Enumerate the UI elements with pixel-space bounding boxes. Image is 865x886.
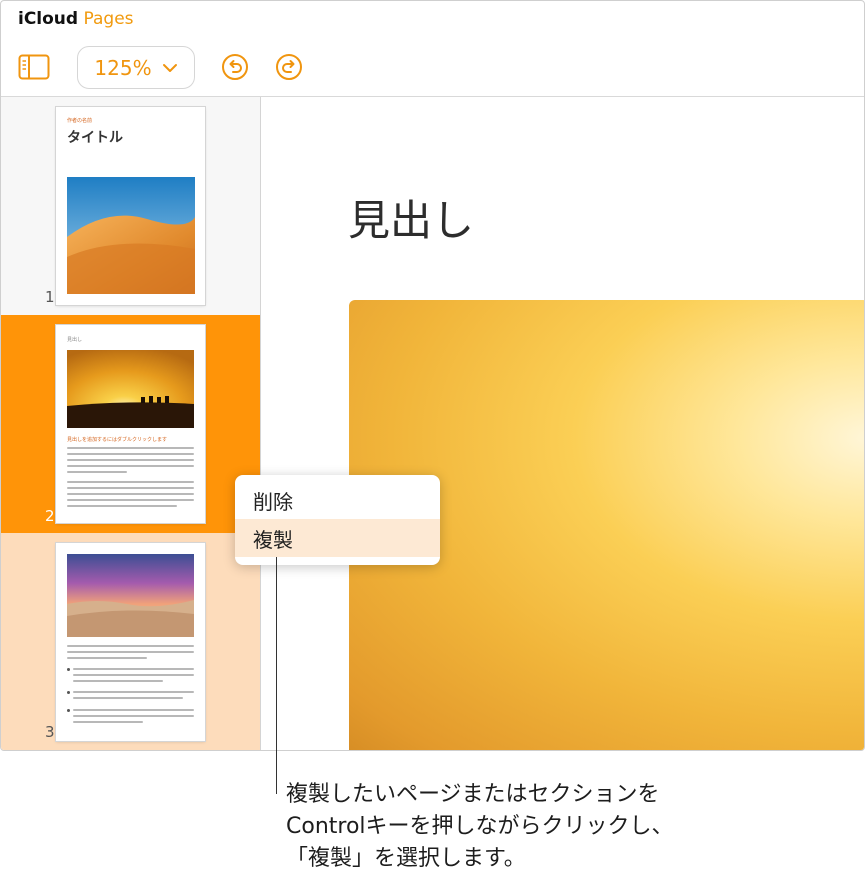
context-menu: 削除 複製 — [235, 475, 440, 565]
thumbnail-heading: 見出し — [67, 337, 83, 343]
page-thumbnail-slot-2[interactable]: 2 見出し 見出しを追加するにはダブルクリックします — [1, 315, 260, 533]
sidebar-icon — [18, 54, 50, 80]
page-thumbnail-1[interactable]: 作者の名前 タイトル — [56, 107, 205, 305]
app-window: iCloud Pages 125% 1 作者の名前 タイトル 2 見出し 見出し… — [0, 0, 865, 751]
app-brand: iCloud — [18, 9, 79, 29]
page-thumbnail-2[interactable]: 見出し 見出しを追加するにはダブルクリックします — [56, 325, 205, 523]
page-thumbnail-slot-1[interactable]: 1 作者の名前 タイトル — [1, 97, 260, 315]
zoom-value: 125% — [94, 55, 152, 80]
page-thumbnail-3[interactable] — [56, 543, 205, 741]
caption-line-2: Controlキーを押しながらクリックし、 — [286, 814, 674, 839]
page-number: 3 — [45, 723, 55, 741]
zoom-dropdown[interactable]: 125% — [77, 46, 195, 89]
thumbnail-subheading: 見出しを追加するにはダブルクリックします — [67, 437, 168, 443]
callout-caption: 複製したいページまたはセクションを Controlキーを押しながらクリックし、 … — [286, 779, 674, 875]
menu-item-label: 削除 — [253, 489, 293, 514]
desert-dune-image — [67, 177, 195, 294]
undo-button[interactable] — [221, 53, 249, 81]
chevron-down-icon — [162, 63, 177, 72]
document-heading[interactable]: 見出し — [348, 187, 474, 248]
caption-line-1: 複製したいページまたはセクションを — [286, 782, 660, 807]
desert-dusk-image — [67, 554, 194, 637]
page-number: 1 — [45, 288, 55, 306]
page-thumbnail-slot-3[interactable]: 3 — [1, 533, 260, 750]
thumbnail-title: タイトル — [67, 130, 123, 146]
redo-button[interactable] — [275, 53, 303, 81]
undo-icon — [222, 54, 248, 80]
menu-item-label: 複製 — [253, 527, 293, 552]
menu-item-duplicate[interactable]: 複製 — [235, 519, 440, 557]
app-title: iCloud Pages — [18, 9, 134, 29]
page-thumbnails-sidebar: 1 作者の名前 タイトル 2 見出し 見出しを追加するにはダブルクリックします … — [1, 97, 260, 750]
document-canvas[interactable]: 見出し — [261, 97, 864, 750]
callout-line — [276, 557, 277, 794]
sunset-camels-image — [67, 350, 194, 428]
app-product: Pages — [83, 9, 134, 29]
page-number: 2 — [45, 507, 55, 525]
sidebar-toggle-button[interactable] — [18, 53, 50, 81]
menu-item-delete[interactable]: 削除 — [235, 481, 440, 519]
redo-icon — [276, 54, 302, 80]
thumbnail-author: 作者の名前 — [67, 118, 93, 124]
caption-line-3: 「複製」を選択します。 — [286, 846, 526, 871]
